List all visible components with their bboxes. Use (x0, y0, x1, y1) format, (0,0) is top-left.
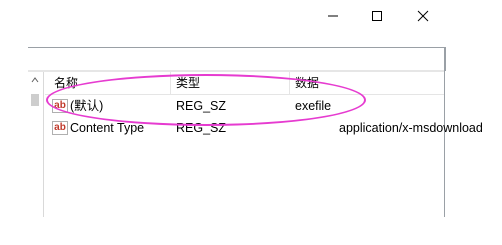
scroll-up-arrow-icon[interactable] (29, 74, 41, 86)
column-header-type[interactable]: 类型 (176, 74, 200, 92)
value-data-clip: application/x-msdownload (339, 118, 489, 138)
string-value-icon: ab (52, 121, 68, 135)
value-name: Content Type (70, 121, 145, 135)
string-value-icon: ab (52, 99, 68, 113)
table-row[interactable]: ab Content Type REG_SZ application/x-msd… (45, 118, 483, 138)
close-icon (417, 10, 429, 22)
list-header: 名称 类型 数据 (45, 72, 444, 95)
column-divider[interactable] (170, 72, 171, 94)
scrollbar-thumb[interactable] (31, 94, 39, 106)
minimize-icon (328, 15, 338, 17)
title-bar (0, 0, 502, 32)
column-divider[interactable] (289, 72, 290, 94)
minimize-button[interactable] (310, 0, 356, 32)
value-name: (默认) (70, 99, 104, 113)
close-button[interactable] (400, 0, 446, 32)
address-bar[interactable] (28, 47, 446, 71)
column-header-name[interactable]: 名称 (54, 74, 78, 92)
value-type: REG_SZ (176, 99, 227, 113)
maximize-icon (372, 11, 382, 21)
value-data: exefile (295, 99, 332, 113)
table-row[interactable]: ab (默认) REG_SZ exefile (45, 96, 444, 116)
value-type: REG_SZ (176, 121, 227, 135)
maximize-button[interactable] (354, 0, 400, 32)
value-data: application/x-msdownload (339, 121, 483, 135)
tree-pane[interactable] (28, 72, 44, 217)
column-header-data[interactable]: 数据 (295, 74, 319, 92)
